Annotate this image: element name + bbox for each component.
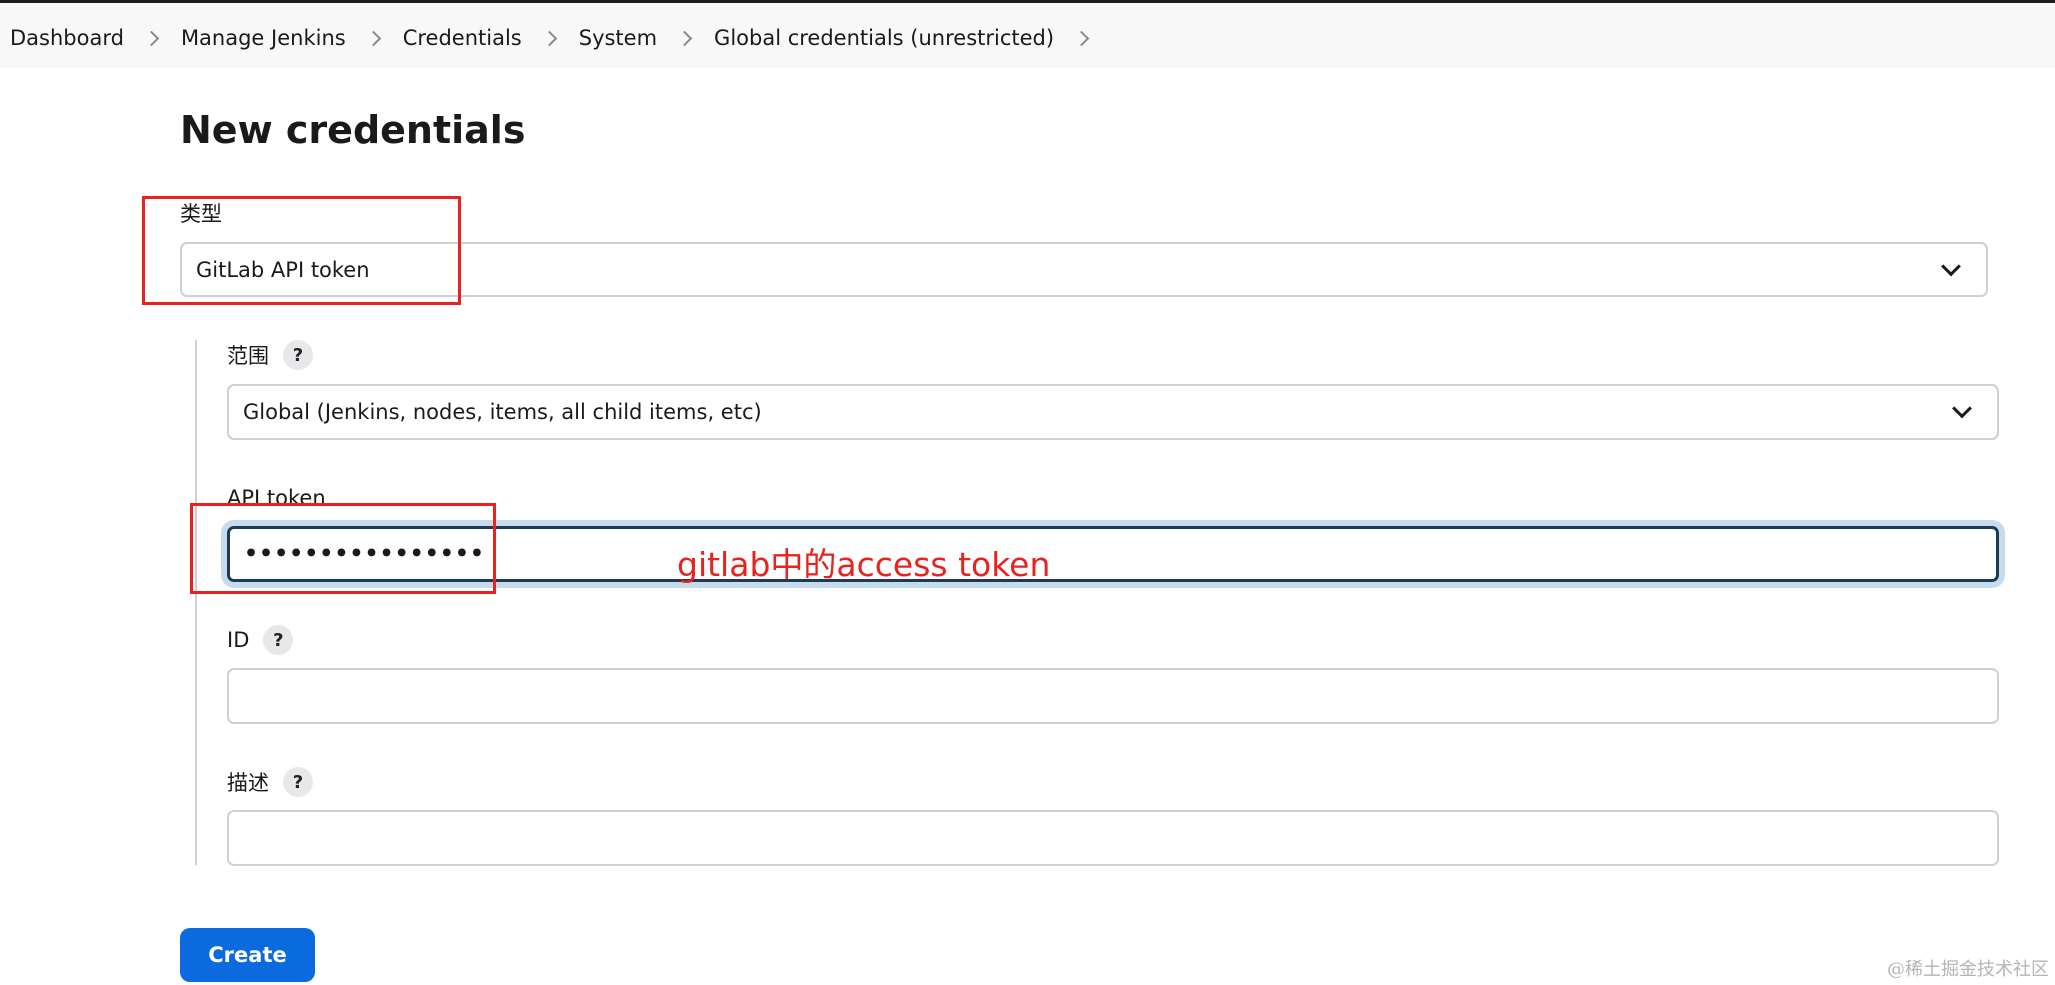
id-label: ID ? — [227, 625, 294, 655]
id-label-text: ID — [227, 628, 250, 652]
description-label-text: 描述 — [227, 771, 269, 795]
scope-label: 范围 ? — [227, 340, 313, 370]
breadcrumb-credentials[interactable]: Credentials — [403, 26, 522, 50]
nested-fields-indent — [195, 340, 197, 865]
annotation-box-kind — [142, 196, 461, 305]
id-help-icon[interactable]: ? — [263, 625, 294, 655]
breadcrumb-system[interactable]: System — [579, 26, 657, 50]
description-input[interactable] — [227, 810, 1999, 866]
create-button[interactable]: Create — [180, 928, 315, 982]
chevron-right-icon[interactable] — [676, 30, 693, 46]
description-help-icon[interactable]: ? — [283, 767, 313, 797]
id-input[interactable] — [227, 668, 1999, 724]
chevron-right-icon[interactable] — [143, 30, 160, 46]
breadcrumb-manage-jenkins[interactable]: Manage Jenkins — [181, 26, 346, 50]
breadcrumb: Dashboard Manage Jenkins Credentials Sys… — [10, 23, 1111, 53]
scope-select[interactable]: Global (Jenkins, nodes, items, all child… — [227, 384, 1999, 440]
page: Dashboard Manage Jenkins Credentials Sys… — [0, 0, 2055, 985]
scope-label-text: 范围 — [227, 344, 269, 368]
breadcrumb-bar: Dashboard Manage Jenkins Credentials Sys… — [0, 0, 2055, 68]
chevron-down-icon — [1952, 398, 1972, 419]
scope-select-value: Global (Jenkins, nodes, items, all child… — [243, 400, 762, 424]
page-title: New credentials — [180, 108, 526, 152]
chevron-right-icon[interactable] — [1073, 30, 1090, 46]
description-label: 描述 ? — [227, 767, 313, 797]
breadcrumb-global-credentials[interactable]: Global credentials (unrestricted) — [714, 26, 1054, 50]
scope-help-icon[interactable]: ? — [283, 340, 313, 370]
chevron-right-icon[interactable] — [365, 30, 381, 46]
breadcrumb-dashboard[interactable]: Dashboard — [10, 26, 124, 50]
chevron-down-icon — [1941, 256, 1961, 276]
chevron-right-icon[interactable] — [541, 30, 558, 46]
annotation-box-api-token — [190, 503, 496, 594]
watermark: @稀土掘金技术社区 — [1887, 959, 2049, 980]
annotation-text: gitlab中的access token — [677, 545, 1051, 584]
